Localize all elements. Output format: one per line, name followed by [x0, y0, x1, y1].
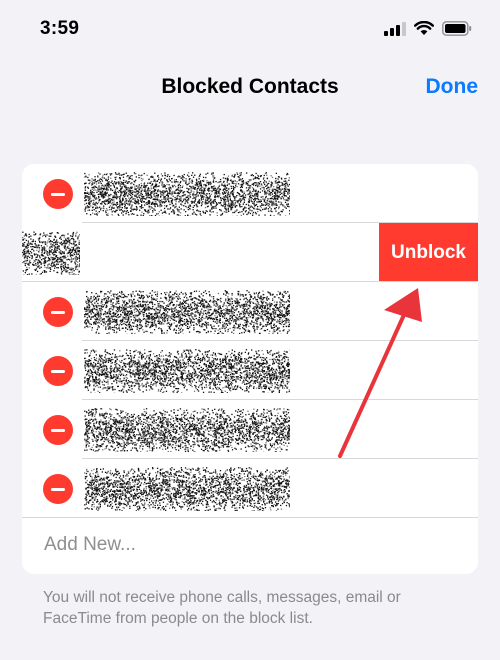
status-bar: 3:59 [0, 0, 500, 60]
redacted-contact-name [84, 349, 290, 393]
annotation-arrow-icon [338, 288, 422, 458]
nav-bar: Blocked Contacts Done [0, 68, 500, 108]
minus-circle-icon[interactable] [43, 297, 73, 327]
unblock-button[interactable]: Unblock [379, 223, 478, 282]
minus-circle-icon[interactable] [43, 474, 73, 504]
signal-icon [384, 21, 406, 36]
contact-row[interactable] [22, 164, 478, 223]
redacted-contact-name [84, 467, 290, 511]
wifi-icon [414, 21, 434, 35]
row-divider [22, 517, 478, 518]
minus-circle-icon[interactable] [43, 356, 73, 386]
battery-icon [442, 21, 472, 36]
minus-circle-icon[interactable] [43, 415, 73, 445]
status-icons [384, 21, 472, 36]
contact-row[interactable] [22, 459, 478, 518]
done-button[interactable]: Done [426, 75, 479, 99]
redacted-contact-name [22, 231, 80, 275]
redacted-contact-name [84, 290, 290, 334]
add-new-button[interactable]: Add New... [44, 534, 136, 556]
minus-circle-icon[interactable] [43, 179, 73, 209]
block-list-note: You will not receive phone calls, messag… [43, 589, 401, 627]
status-time: 3:59 [40, 18, 80, 39]
redacted-contact-name [84, 408, 290, 452]
contact-row-swiped[interactable]: Unblock [22, 223, 478, 282]
redacted-contact-name [84, 172, 290, 216]
